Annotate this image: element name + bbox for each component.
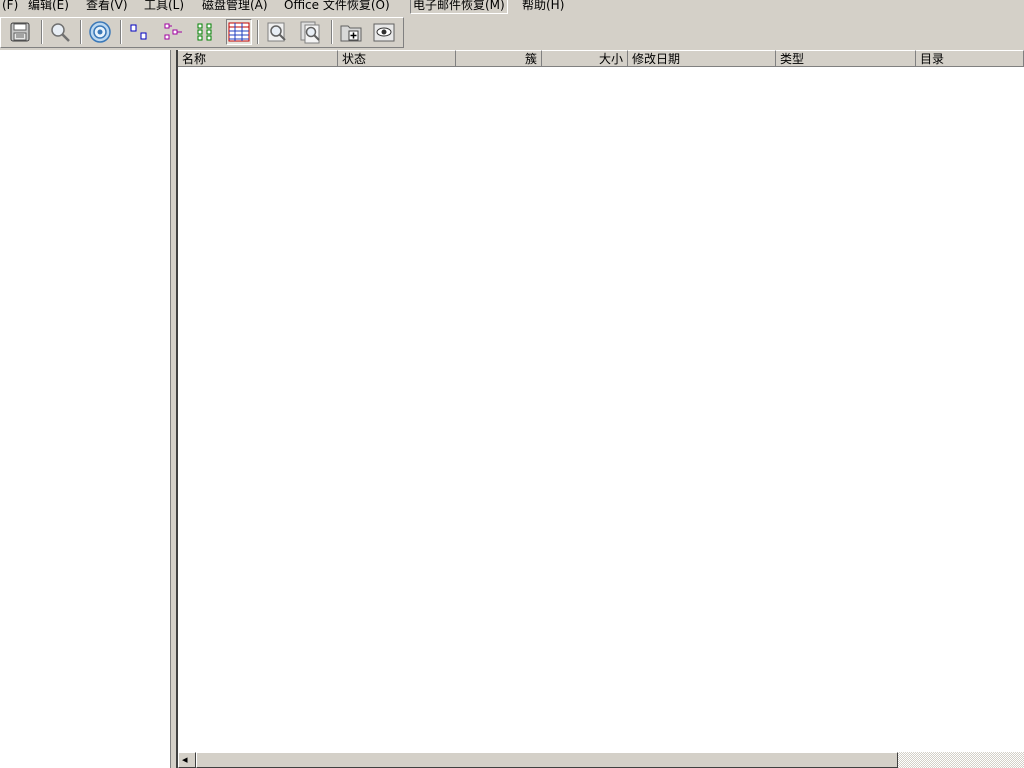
toolbar-separator [331, 20, 333, 44]
search-button[interactable] [47, 19, 73, 45]
details-view-button[interactable] [193, 19, 219, 45]
toolbar [0, 16, 1024, 50]
toolbar-separator [257, 20, 259, 44]
column-header-modified[interactable]: 修改日期 [628, 50, 776, 67]
new-folder-button[interactable] [338, 19, 364, 45]
scroll-thumb[interactable] [196, 752, 898, 768]
preview-button[interactable] [371, 19, 397, 45]
scan-button[interactable] [87, 19, 113, 45]
column-header-cluster[interactable]: 簇 [456, 50, 542, 67]
preview-icon [373, 23, 395, 42]
find-button[interactable] [264, 19, 290, 45]
menu-office-recovery[interactable]: Office 文件恢复(O) [282, 0, 392, 13]
folder-tree-pane[interactable] [0, 50, 171, 768]
menu-view[interactable]: 查看(V) [84, 0, 130, 13]
column-header-name[interactable]: 名称 [178, 50, 338, 67]
toolbar-separator [41, 20, 43, 44]
new-folder-icon [340, 25, 362, 42]
tree-view-icon [164, 23, 182, 40]
column-header-type[interactable]: 类型 [776, 50, 916, 67]
menu-edit[interactable]: 编辑(E) [26, 0, 71, 13]
scroll-left-arrow-icon: ◂ [182, 753, 188, 766]
menu-file[interactable]: (F) [0, 0, 20, 13]
find-next-icon [300, 21, 320, 44]
column-header-size[interactable]: 大小 [542, 50, 628, 67]
scan-icon [89, 21, 111, 43]
list-view-icon [228, 22, 250, 42]
menu-bar: (F) 编辑(E) 查看(V) 工具(L) 磁盘管理(A) Office 文件恢… [0, 0, 1024, 16]
column-header-status[interactable]: 状态 [338, 50, 456, 67]
tree-view-button[interactable] [160, 19, 186, 45]
save-button[interactable] [7, 19, 33, 45]
horizontal-scrollbar[interactable]: ◂ [178, 752, 1024, 768]
find-next-button[interactable] [298, 19, 324, 45]
toolbar-separator [80, 20, 82, 44]
scroll-left-button[interactable]: ◂ [178, 752, 196, 768]
file-list-view[interactable]: 名称 状态 簇 大小 修改日期 类型 目录 ◂ [176, 50, 1024, 768]
column-header-directory[interactable]: 目录 [916, 50, 1024, 67]
toolbar-separator [120, 20, 122, 44]
list-header: 名称 状态 簇 大小 修改日期 类型 目录 [178, 50, 1024, 67]
save-icon [10, 22, 30, 42]
file-view-button[interactable] [126, 19, 152, 45]
find-icon [267, 22, 286, 42]
menu-help[interactable]: 帮助(H) [520, 0, 566, 13]
list-view-button[interactable] [226, 19, 252, 45]
file-view-icon [130, 24, 147, 40]
menu-tools[interactable]: 工具(L) [142, 0, 186, 13]
details-view-icon [197, 23, 212, 41]
menu-email-recovery[interactable]: 电子邮件恢复(M) [410, 0, 508, 14]
search-icon [51, 23, 70, 42]
menu-disk-management[interactable]: 磁盘管理(A) [200, 0, 270, 13]
